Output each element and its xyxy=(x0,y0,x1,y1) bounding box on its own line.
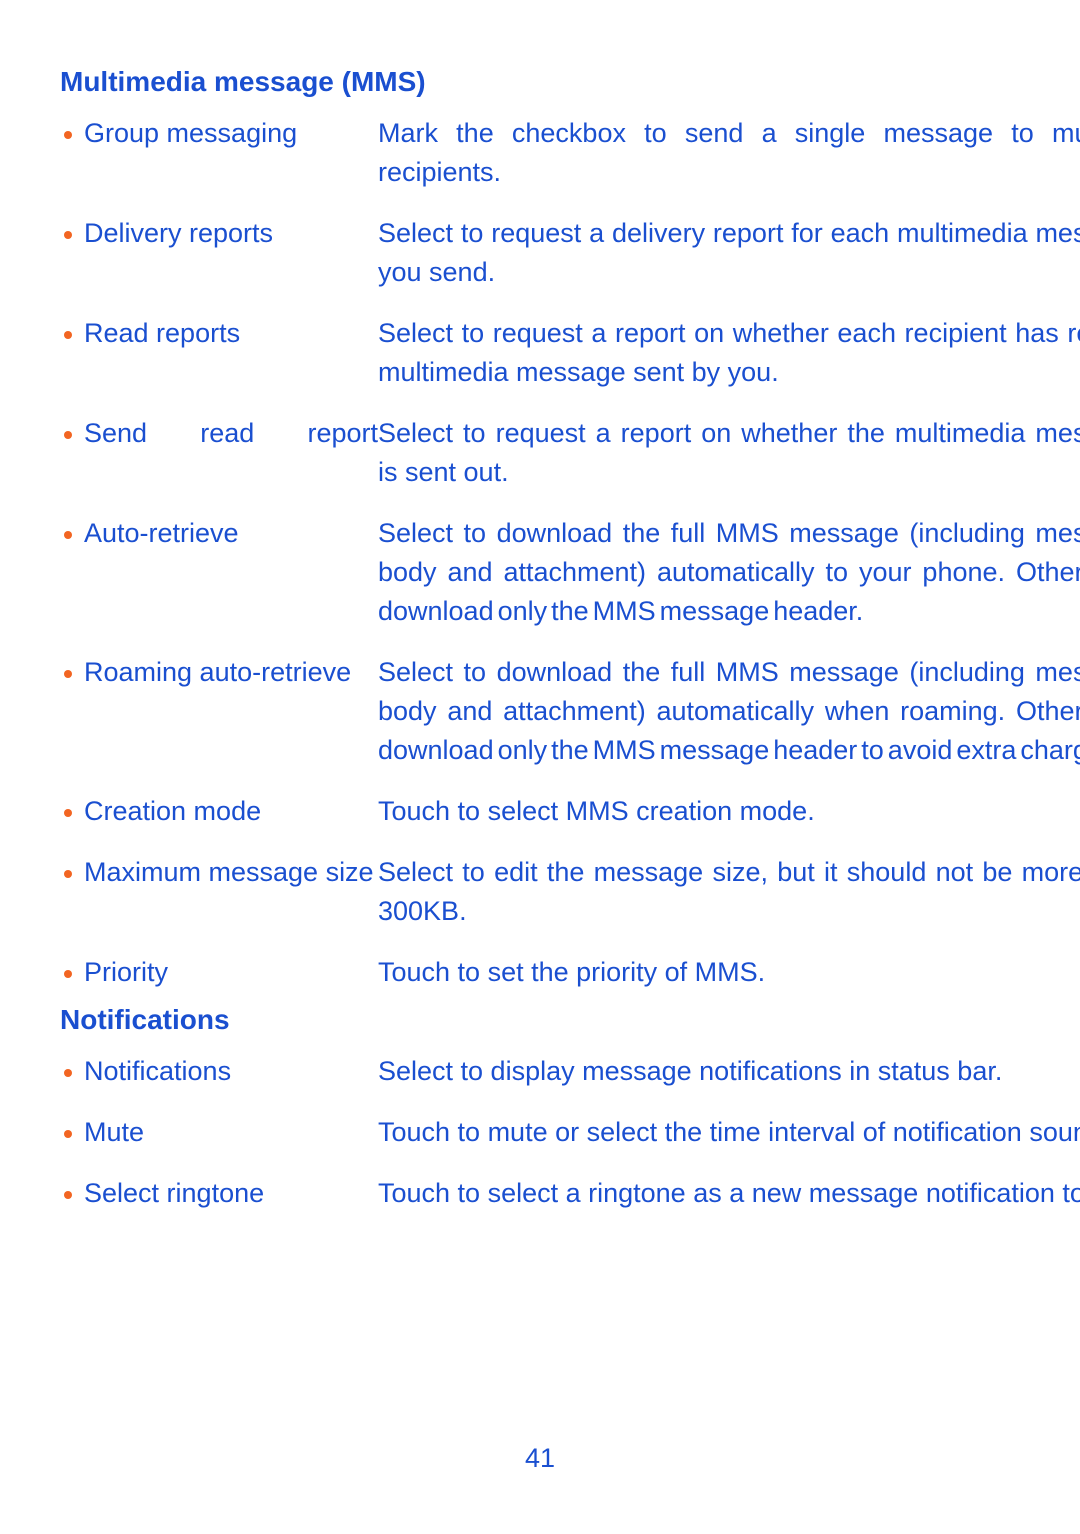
setting-row: Priority Touch to set the priority of MM… xyxy=(60,953,1080,992)
bullet-icon xyxy=(64,870,72,878)
setting-term: Auto-retrieve xyxy=(60,514,378,553)
setting-term-label: Priority xyxy=(84,957,169,987)
setting-description: Touch to select MMS creation mode. xyxy=(378,796,815,826)
setting-term: Maximum message size xyxy=(60,853,378,892)
bullet-icon xyxy=(64,131,72,139)
manual-page: Multimedia message (MMS) Group messaging… xyxy=(0,0,1080,1534)
setting-row: Roaming auto-retrieve Select to download… xyxy=(60,653,1080,770)
setting-term-label: Maximum message size xyxy=(84,857,374,887)
setting-term-label: Mute xyxy=(84,1117,145,1147)
setting-term: Priority xyxy=(60,953,378,992)
section-heading-mms: Multimedia message (MMS) xyxy=(60,66,426,97)
setting-term: Group messaging xyxy=(60,114,378,153)
setting-description: Select to request a delivery report for … xyxy=(378,218,1080,287)
setting-term: Send read report xyxy=(60,414,378,453)
settings-list-mms: Group messaging Mark the checkbox to sen… xyxy=(60,114,1080,992)
setting-term: Notifications xyxy=(60,1052,378,1091)
setting-row: Send read report Select to request a rep… xyxy=(60,414,1080,492)
setting-term: Mute xyxy=(60,1113,378,1152)
setting-row: Maximum message size Select to edit the … xyxy=(60,853,1080,931)
setting-description: Touch to set the priority of MMS. xyxy=(378,957,766,987)
setting-row: Delivery reports Select to request a del… xyxy=(60,214,1080,292)
setting-term-label: Select ringtone xyxy=(84,1178,265,1208)
setting-row: Mute Touch to mute or select the time in… xyxy=(60,1113,1080,1152)
bullet-icon xyxy=(64,231,72,239)
setting-term-label: Notifications xyxy=(84,1056,232,1086)
bullet-icon xyxy=(64,670,72,678)
setting-description: Select to request a report on whether th… xyxy=(378,418,1080,487)
setting-term-label: Group messaging xyxy=(84,118,298,148)
setting-term: Select ringtone xyxy=(60,1174,378,1213)
settings-list-notifications: Notifications Select to display message … xyxy=(60,1052,1080,1213)
setting-row: Notifications Select to display message … xyxy=(60,1052,1080,1091)
setting-term: Delivery reports xyxy=(60,214,378,253)
setting-term: Read reports xyxy=(60,314,378,353)
page-number: 41 xyxy=(524,1443,556,1473)
setting-row: Group messaging Mark the checkbox to sen… xyxy=(60,114,1080,192)
setting-description: Select to download the full MMS message … xyxy=(378,518,1080,626)
setting-description: Select to edit the message size, but it … xyxy=(378,857,1080,926)
section-heading-notifications: Notifications xyxy=(60,1004,230,1035)
bullet-icon xyxy=(64,531,72,539)
setting-term-label: Roaming auto-retrieve xyxy=(84,657,352,687)
setting-description: Select to download the full MMS message … xyxy=(378,657,1080,765)
setting-term-label: Send read report xyxy=(84,418,378,448)
page-content: Multimedia message (MMS) Group messaging… xyxy=(60,62,1080,1213)
bullet-icon xyxy=(64,331,72,339)
setting-term-label: Creation mode xyxy=(84,796,262,826)
bullet-icon xyxy=(64,809,72,817)
setting-description: Mark the checkbox to send a single messa… xyxy=(378,118,1080,187)
setting-term: Roaming auto-retrieve xyxy=(60,653,378,692)
setting-row: Creation mode Touch to select MMS creati… xyxy=(60,792,1080,831)
setting-row: Auto-retrieve Select to download the ful… xyxy=(60,514,1080,631)
bullet-icon xyxy=(64,431,72,439)
setting-row: Read reports Select to request a report … xyxy=(60,314,1080,392)
setting-description: Select to request a report on whether ea… xyxy=(378,318,1080,387)
setting-description: Touch to mute or select the time interva… xyxy=(378,1117,1080,1147)
setting-term-label: Read reports xyxy=(84,318,241,348)
bullet-icon xyxy=(64,1130,72,1138)
bullet-icon xyxy=(64,970,72,978)
setting-description: Touch to select a ringtone as a new mess… xyxy=(378,1178,1080,1208)
setting-term-label: Delivery reports xyxy=(84,218,274,248)
setting-row: Select ringtone Touch to select a ringto… xyxy=(60,1174,1080,1213)
setting-term: Creation mode xyxy=(60,792,378,831)
setting-description: Select to display message notifications … xyxy=(378,1056,1003,1086)
bullet-icon xyxy=(64,1069,72,1077)
bullet-icon xyxy=(64,1191,72,1199)
setting-term-label: Auto-retrieve xyxy=(84,518,239,548)
